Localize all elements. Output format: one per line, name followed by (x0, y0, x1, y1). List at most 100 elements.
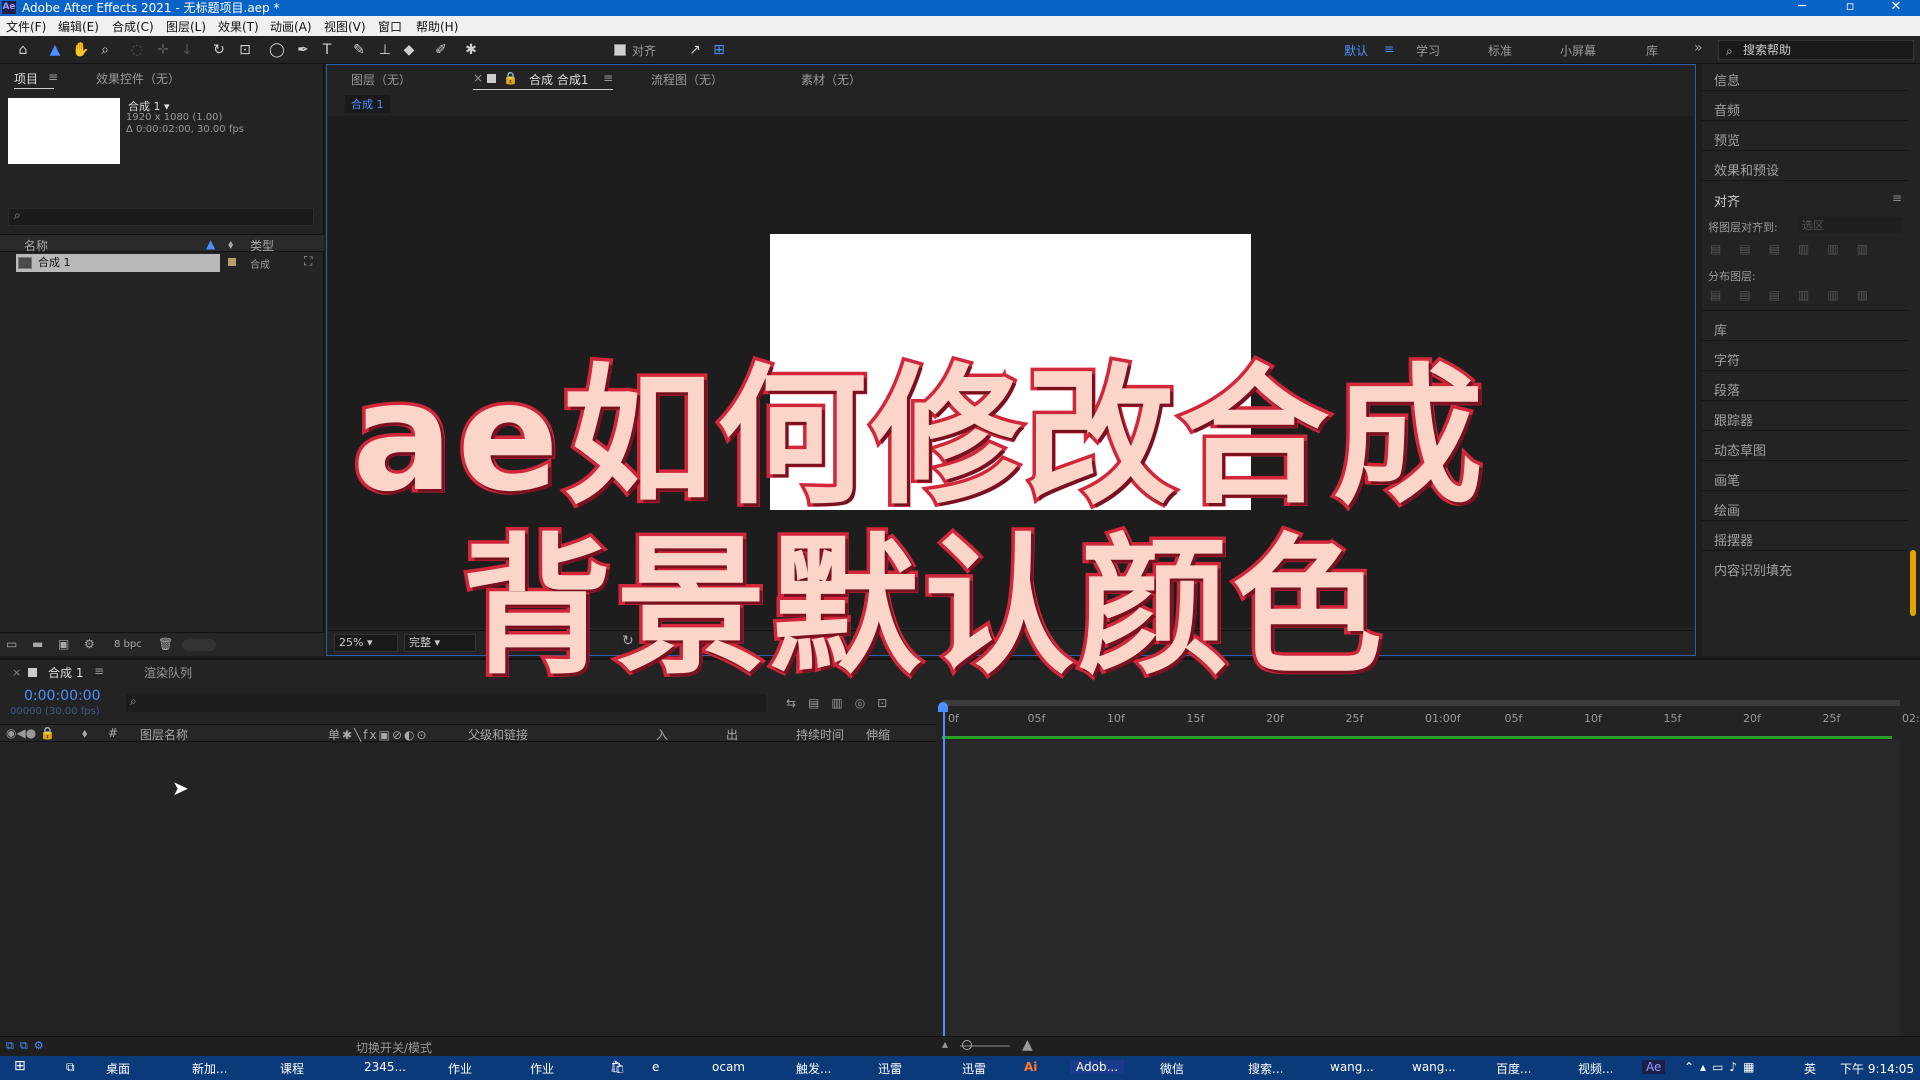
work-area-range[interactable] (942, 736, 1892, 739)
tab-flowchart[interactable]: 流程图（无） (651, 71, 723, 88)
project-search-input[interactable] (8, 208, 314, 226)
panel-motion-sketch[interactable]: 动态草图 (1714, 440, 1766, 459)
menu-animation[interactable]: 动画(A) (270, 18, 312, 35)
timeline-track-area[interactable] (942, 740, 1900, 1038)
workspace-library[interactable]: 库 (1646, 42, 1658, 59)
zoom-slider-knob[interactable] (962, 1040, 972, 1050)
pan-tool-icon[interactable]: ✛ (154, 41, 172, 59)
menu-edit[interactable]: 编辑(E) (58, 18, 99, 35)
snap-checkbox[interactable] (614, 44, 626, 56)
taskbar-app[interactable]: Ai (1024, 1060, 1037, 1074)
tab-lock-icon[interactable]: 🔒 (503, 71, 518, 85)
menu-effect[interactable]: 效果(T) (218, 18, 259, 35)
minimize-button[interactable]: ─ (1782, 0, 1822, 16)
workspace-learn[interactable]: 学习 (1416, 42, 1440, 59)
tab-close-icon[interactable]: × (473, 71, 483, 85)
taskbar-app[interactable]: Ae (1642, 1060, 1666, 1074)
workspace-default[interactable]: 默认 (1344, 42, 1368, 59)
label-color-swatch[interactable] (228, 258, 236, 266)
workspace-small-screen[interactable]: 小屏幕 (1560, 42, 1596, 59)
panel-paragraph[interactable]: 段落 (1714, 380, 1740, 399)
av-switches-icons[interactable]: ◉◀● 🔒 (6, 726, 55, 740)
taskbar-app[interactable]: wang... (1412, 1060, 1456, 1074)
browser-icon[interactable]: e (652, 1060, 659, 1074)
align-buttons-icon[interactable]: ▤▤▤▥▥▥ (1710, 242, 1886, 256)
taskbar-app[interactable]: 桌面 (106, 1060, 130, 1077)
clock[interactable]: 下午 9:14:05 (1840, 1060, 1914, 1077)
tab-composition[interactable]: 合成 合成1 (529, 71, 588, 88)
selection-tool-icon[interactable]: ▲ (46, 41, 64, 59)
puppet-tool-icon[interactable]: ✱ (462, 41, 480, 59)
tray-icons[interactable]: ⌃▴▭♪▦ (1684, 1060, 1760, 1074)
col-duration[interactable]: 持续时间 (796, 726, 844, 743)
playhead[interactable] (943, 706, 945, 1036)
ellipse-tool-icon[interactable]: ◯ (268, 41, 286, 59)
col-type-header[interactable]: 类型 (250, 237, 274, 254)
col-in[interactable]: 入 (656, 726, 668, 743)
timeline-tab-render-queue[interactable]: 渲染队列 (144, 664, 192, 681)
col-name-header[interactable]: 名称 (24, 237, 48, 254)
col-stretch[interactable]: 伸缩 (866, 726, 890, 743)
tab-project-menu-icon[interactable]: ≡ (48, 70, 58, 84)
menu-layer[interactable]: 图层(L) (166, 18, 206, 35)
comp-breadcrumb[interactable]: 合成 1 (345, 95, 390, 113)
zoom-select[interactable]: 25% ▾ (334, 634, 398, 652)
workspace-menu-icon[interactable]: ≡ (1384, 42, 1394, 56)
menu-help[interactable]: 帮助(H) (416, 18, 458, 35)
panel-info[interactable]: 信息 (1714, 70, 1740, 89)
project-item-comp1[interactable]: 合成 1 (16, 254, 220, 272)
tab-footage[interactable]: 素材（无） (801, 71, 861, 88)
col-parent[interactable]: 父级和链接 (468, 726, 528, 743)
panel-wiggler[interactable]: 摇摆器 (1714, 530, 1753, 549)
taskbar-app[interactable]: 作业 (530, 1060, 554, 1077)
taskbar-app[interactable]: 新加... (192, 1060, 227, 1077)
right-scrollbar[interactable] (1910, 550, 1916, 616)
panel-audio[interactable]: 音频 (1714, 100, 1740, 119)
panel-content-aware-fill[interactable]: 内容识别填充 (1714, 560, 1792, 579)
taskbar-app[interactable]: 搜索... (1248, 1060, 1283, 1077)
close-button[interactable]: ✕ (1876, 0, 1916, 16)
panel-brushes[interactable]: 画笔 (1714, 470, 1740, 489)
project-settings-icon[interactable]: ⚙ (84, 637, 95, 651)
ime-indicator[interactable]: 英 (1804, 1060, 1816, 1077)
taskbar-app[interactable]: 微信 (1160, 1060, 1184, 1077)
timeline-tab-menu-icon[interactable]: ≡ (94, 664, 104, 678)
taskbar-app[interactable]: ocam (712, 1060, 745, 1074)
taskbar-app[interactable]: 触发... (796, 1060, 831, 1077)
tab-layer[interactable]: 图层（无） (351, 71, 411, 88)
taskbar-app[interactable]: 2345... (364, 1060, 406, 1074)
sort-up-icon[interactable]: ▲ (206, 237, 215, 251)
maximize-button[interactable]: ▫ (1830, 0, 1870, 16)
timeline-switches-icons[interactable]: ⇆▤▥◎⊡ (786, 696, 899, 710)
rotate-tool-icon[interactable]: ↻ (210, 41, 228, 59)
zoom-tool-icon[interactable]: ⌕ (96, 41, 114, 59)
project-scroll[interactable] (182, 639, 216, 651)
workspace-standard[interactable]: 标准 (1488, 42, 1512, 59)
panel-character[interactable]: 字符 (1714, 350, 1740, 369)
dolly-tool-icon[interactable]: ↓ (178, 41, 196, 59)
col-out[interactable]: 出 (726, 726, 738, 743)
help-search-input[interactable]: 搜索帮助 (1718, 40, 1914, 60)
brush-tool-icon[interactable]: ✎ (350, 41, 368, 59)
new-comp-icon[interactable]: ▣ (58, 637, 69, 651)
menu-file[interactable]: 文件(F) (6, 18, 46, 35)
menu-view[interactable]: 视图(V) (324, 18, 366, 35)
panel-library[interactable]: 库 (1714, 320, 1727, 339)
trash-icon[interactable]: 🗑 (158, 637, 173, 651)
label-col-icon[interactable]: ⬧ (82, 726, 87, 741)
label-tag-icon[interactable]: ⬧ (228, 237, 233, 252)
home-icon[interactable]: ⌂ (14, 41, 32, 59)
timeline-tab-close-icon[interactable]: × (12, 666, 21, 679)
timeline-search-input[interactable] (126, 694, 766, 712)
taskbar-app[interactable]: 迅雷 (962, 1060, 986, 1077)
tab-comp-menu-icon[interactable]: ≡ (603, 71, 613, 85)
zoom-out-icon[interactable]: ▴ (942, 1037, 948, 1051)
windows-start-icon[interactable]: ⊞ (14, 1058, 26, 1074)
anchor-tool-icon[interactable]: ⊡ (236, 41, 254, 59)
bit-depth-button[interactable]: 8 bpc (114, 639, 142, 650)
menu-window[interactable]: 窗口 (378, 18, 402, 35)
zoom-in-icon[interactable]: ▲ (1022, 1037, 1033, 1053)
eraser-tool-icon[interactable]: ◆ (400, 41, 418, 59)
panel-paint[interactable]: 绘画 (1714, 500, 1740, 519)
snap-option-icon[interactable]: ↗ (686, 41, 704, 59)
